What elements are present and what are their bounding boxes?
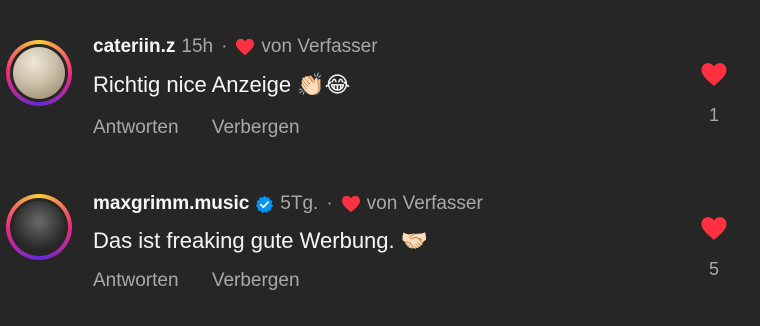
comment-text: Das ist freaking gute Werbung. 🤝🏻 [93, 228, 428, 254]
comment-actions: Antworten Verbergen [93, 117, 328, 139]
like-heart-icon[interactable] [700, 216, 728, 241]
comment-header: cateriin.z 15h · von Verfasser [93, 36, 378, 58]
separator-dot: · [221, 36, 228, 57]
like-heart-icon[interactable] [700, 62, 728, 87]
author-liked-heart-icon [236, 38, 255, 56]
comment-text: Richtig nice Anzeige 👏🏻😂 [93, 72, 350, 98]
like-control: 5 [696, 216, 732, 280]
username[interactable]: maxgrimm.music [93, 193, 249, 215]
like-count[interactable]: 1 [696, 105, 732, 126]
hide-button[interactable]: Verbergen [212, 270, 300, 291]
timestamp: 5Tg. [280, 193, 319, 214]
avatar-story-ring[interactable] [6, 40, 72, 106]
avatar-story-ring[interactable] [6, 194, 72, 260]
username[interactable]: cateriin.z [93, 36, 175, 58]
comment-actions: Antworten Verbergen [93, 270, 328, 292]
comment-header: maxgrimm.music 5Tg. · von Verfasser [93, 193, 483, 215]
avatar [13, 47, 65, 99]
reply-button[interactable]: Antworten [93, 117, 179, 138]
author-liked-heart-icon [341, 195, 360, 213]
hide-button[interactable]: Verbergen [212, 117, 300, 138]
comment-emoji: 👏🏻😂 [297, 73, 351, 98]
comment-emoji: 🤝🏻 [400, 229, 429, 254]
avatar [13, 201, 65, 253]
separator-dot: · [326, 193, 333, 214]
comment-body: Richtig nice Anzeige [93, 72, 292, 97]
timestamp: 15h [181, 36, 214, 57]
liked-by-author-label: von Verfasser [366, 193, 483, 214]
like-count[interactable]: 5 [696, 259, 732, 280]
like-control: 1 [696, 62, 732, 126]
comment-item: cateriin.z 15h · von Verfasser Richtig n… [0, 0, 760, 150]
comment-item: maxgrimm.music 5Tg. · von Verfasser Das … [0, 158, 760, 308]
comment-body: Das ist freaking gute Werbung. [93, 228, 395, 253]
reply-button[interactable]: Antworten [93, 270, 179, 291]
verified-badge-icon [256, 195, 274, 213]
liked-by-author-label: von Verfasser [261, 36, 378, 57]
